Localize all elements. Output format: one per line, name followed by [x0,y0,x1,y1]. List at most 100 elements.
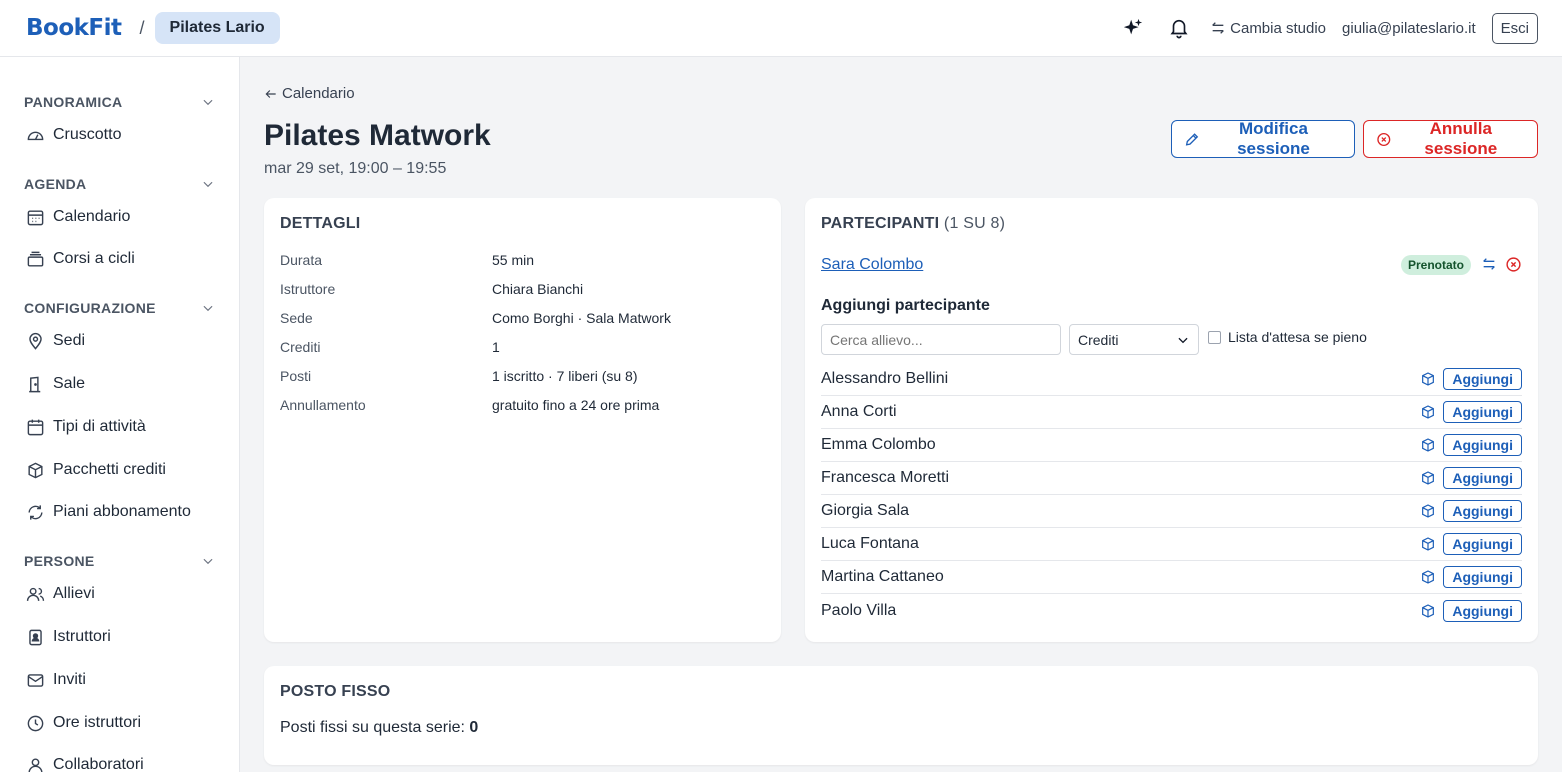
bell-icon[interactable] [1164,13,1194,43]
edit-session-button[interactable]: Modifica sessione [1171,119,1355,158]
add-participant-button[interactable]: Aggiungi [1443,533,1522,555]
package-icon[interactable] [1419,403,1437,421]
sidebar-group-label: AGENDA [24,176,87,192]
sidebar-group-panoramica[interactable]: PANORAMICA [24,92,215,112]
candidate-name: Francesca Moretti [821,469,950,486]
logout-button[interactable]: Esci [1491,12,1538,44]
detail-row-sede: Sede Como Borghi · Sala Matwork [280,310,671,326]
clock-icon [27,715,44,731]
details-title: DETTAGLI [280,215,361,232]
package-icon[interactable] [1419,370,1437,388]
detail-key: Annullamento [280,397,366,413]
sidebar-item-label: Calendario [53,208,131,225]
sidebar-item-label: Piani abbonamento [53,503,191,520]
detail-value: Como Borghi · Sala Matwork [492,310,671,326]
checkbox-box[interactable] [1208,330,1221,344]
studio-chip[interactable]: Pilates Lario [154,12,280,44]
detail-row-posti: Posti 1 iscritto · 7 liberi (su 8) [280,368,637,384]
list-item: Luca Fontana Aggiungi [821,528,1522,561]
session-time: mar 29 set, 19:00 – 19:55 [264,160,447,177]
package-icon[interactable] [1419,535,1437,553]
back-label: Calendario [282,85,355,102]
sidebar-item-tipi-attivita[interactable]: Tipi di attività [24,415,146,439]
add-participant-button[interactable]: Aggiungi [1443,599,1522,622]
detail-value: gratuito fino a 24 ore prima [492,397,660,413]
detail-key: Posti [280,368,312,384]
sparkles-icon[interactable] [1118,13,1148,43]
chevron-down-icon [203,558,213,565]
add-participant-button[interactable]: Aggiungi [1443,368,1522,390]
add-participant-title: Aggiungi partecipante [821,297,990,314]
sidebar-group-agenda[interactable]: AGENDA [24,174,215,194]
user-icon [28,757,43,772]
package-icon [28,462,43,478]
add-participant-button[interactable]: Aggiungi [1443,500,1522,522]
package-icon[interactable] [1419,602,1437,620]
add-participant-button[interactable]: Aggiungi [1443,434,1522,456]
detail-value: 55 min [492,252,535,268]
detail-key: Istruttore [280,281,336,297]
search-student-input[interactable] [821,324,1061,355]
booked-participant-link[interactable]: Sara Colombo [821,256,923,274]
add-participant-button[interactable]: Aggiungi [1443,566,1522,588]
sidebar-item-inviti[interactable]: Inviti [24,668,86,692]
candidate-name: Emma Colombo [821,436,936,453]
app-logo[interactable]: BookFit [26,15,122,41]
package-icon[interactable] [1419,502,1437,520]
candidate-list: Alessandro Bellini Aggiungi Anna Corti A… [821,363,1522,627]
chevron-down-icon [203,181,213,188]
sidebar-item-label: Sale [53,375,86,392]
add-participant-button[interactable]: Aggiungi [1443,401,1522,423]
candidate-name: Luca Fontana [821,535,919,552]
detail-row-crediti: Crediti 1 [280,339,500,355]
sidebar-item-allievi[interactable]: Allievi [24,582,95,606]
sidebar-item-pacchetti-crediti[interactable]: Pacchetti crediti [24,458,166,482]
candidate-name: Paolo Villa [821,601,897,619]
sidebar-item-ore-istruttori[interactable]: Ore istruttori [24,711,141,735]
cancel-session-button[interactable]: Annulla sessione [1363,119,1538,158]
list-item: Paolo Villa Aggiungi [821,594,1522,627]
sidebar-item-sale[interactable]: Sale [24,372,85,396]
package-icon[interactable] [1419,436,1437,454]
switch-studio-label: Cambia studio [1230,19,1327,37]
sidebar-item-istruttori[interactable]: Istruttori [24,625,111,649]
package-icon[interactable] [1419,469,1437,487]
move-participant-icon[interactable] [1481,256,1497,277]
close-circle-icon [1377,132,1391,146]
map-pin-icon [29,332,42,350]
sidebar-group-label: CONFIGURAZIONE [24,300,156,316]
switch-arrows-icon [1212,22,1224,34]
back-to-calendar-link[interactable]: Calendario [264,85,355,102]
sidebar-item-corsi-a-cicli[interactable]: Corsi a cicli [24,247,135,271]
participants-card: PARTECIPANTI (1 SU 8) Sara Colombo Preno… [805,198,1538,642]
pencil-icon [1185,132,1199,146]
fixed-seat-summary: Posti fissi su questa serie: 0 [280,719,478,737]
sidebar-item-cruscotto[interactable]: Cruscotto [24,123,121,147]
users-icon [26,587,45,601]
participants-count: (1 SU 8) [943,215,1006,232]
list-item: Martina Cattaneo Aggiungi [821,561,1522,594]
chevron-down-icon [203,305,213,312]
waitlist-checkbox[interactable]: Lista d'attesa se pieno [1208,329,1367,345]
payment-method-select[interactable]: Crediti [1069,324,1199,355]
switch-studio-link[interactable]: Cambia studio [1210,20,1326,37]
fixed-seat-title: POSTO FISSO [280,683,391,700]
sidebar-group-persone[interactable]: PERSONE [24,551,215,571]
package-icon[interactable] [1419,568,1437,586]
detail-value: Chiara Bianchi [492,281,584,297]
sidebar-item-collaboratori[interactable]: Collaboratori [24,753,144,772]
user-email[interactable]: giulia@pilateslario.it [1342,20,1476,37]
page-title: Pilates Matwork [264,119,491,152]
fixed-seat-card: POSTO FISSO Posti fissi su questa serie:… [264,666,1538,765]
participants-title: PARTECIPANTI (1 SU 8) [821,215,1005,233]
add-participant-button[interactable]: Aggiungi [1443,467,1522,489]
remove-participant-icon[interactable] [1505,256,1522,278]
sidebar-group-configurazione[interactable]: CONFIGURAZIONE [24,298,215,318]
sidebar-item-calendario[interactable]: Calendario [24,205,130,229]
list-item: Anna Corti Aggiungi [821,396,1522,429]
detail-value: 1 iscritto · 7 liberi (su 8) [492,368,638,384]
sidebar-item-sedi[interactable]: Sedi [24,329,85,353]
sidebar-group-label: PERSONE [24,553,95,569]
sidebar-item-piani-abbonamento[interactable]: Piani abbonamento [24,500,191,524]
badge-icon [29,629,42,645]
